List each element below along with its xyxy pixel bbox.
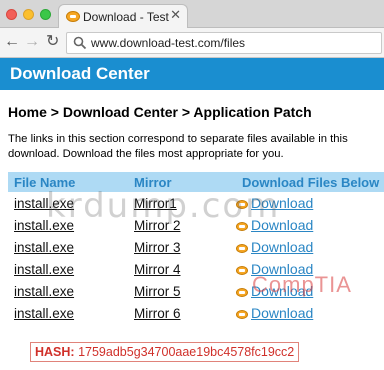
mirror-link[interactable]: Mirror 2 — [128, 218, 181, 233]
table-header-row: File Name Mirror Download Files Below — [8, 172, 384, 192]
page-header: Download Center — [0, 58, 384, 90]
description-text: The links in this section correspond to … — [8, 133, 348, 160]
download-link[interactable]: Download — [251, 305, 313, 321]
file-name-link[interactable]: install.exe — [8, 240, 74, 255]
address-text: www.download-test.com/files — [91, 36, 246, 50]
browser-titlebar: Download - Test ✕ — [0, 0, 384, 28]
file-name-link[interactable]: install.exe — [8, 196, 74, 211]
download-link[interactable]: Download — [251, 195, 313, 211]
file-name-link[interactable]: install.exe — [8, 306, 74, 321]
download-icon — [236, 199, 248, 209]
download-link[interactable]: Download — [251, 239, 313, 255]
favicon-icon — [66, 11, 80, 22]
breadcrumb: Home > Download Center > Application Pat… — [8, 104, 312, 120]
file-name-link[interactable]: install.exe — [8, 262, 74, 277]
address-bar[interactable]: www.download-test.com/files — [66, 32, 382, 54]
file-name-link[interactable]: install.exe — [8, 284, 74, 299]
browser-tab[interactable]: Download - Test ✕ — [58, 4, 188, 28]
window-close-button[interactable] — [6, 9, 17, 20]
table-row: install.exe Mirror 4 Download — [8, 258, 384, 280]
download-icon — [236, 265, 248, 275]
search-icon — [73, 36, 87, 50]
download-link[interactable]: Download — [251, 261, 313, 277]
mirror-link[interactable]: Mirror 3 — [128, 240, 181, 255]
hash-value: 1759adb5g34700aae19bc4578fc19cc2 — [78, 345, 295, 359]
back-arrow-icon[interactable]: ← — [4, 33, 20, 51]
hash-label: HASH: — [35, 345, 75, 359]
table-row: install.exe Mirror 2 Download — [8, 214, 384, 236]
column-header-mirror: Mirror — [128, 172, 236, 192]
table-row: install.exe Mirror1 Download — [8, 192, 384, 214]
column-header-download: Download Files Below — [236, 172, 384, 192]
window-minimize-button[interactable] — [23, 9, 34, 20]
mirror-link[interactable]: Mirror 6 — [128, 306, 181, 321]
table-row: install.exe Mirror 6 Download — [8, 302, 384, 324]
download-icon — [236, 221, 248, 231]
forward-arrow-icon[interactable]: → — [24, 33, 40, 51]
tab-title: Download - Test — [83, 10, 169, 24]
mirror-link[interactable]: Mirror 5 — [128, 284, 181, 299]
table-row: install.exe Mirror 3 Download — [8, 236, 384, 258]
table-row: install.exe Mirror 5 Download — [8, 280, 384, 302]
download-icon — [236, 309, 248, 319]
browser-navbar: ← → ↻ www.download-test.com/files — [0, 28, 384, 58]
download-icon — [236, 243, 248, 253]
files-table: File Name Mirror Download Files Below in… — [8, 172, 384, 324]
column-header-file-name: File Name — [8, 172, 128, 192]
reload-icon[interactable]: ↻ — [46, 33, 59, 51]
hash-box: HASH: 1759adb5g34700aae19bc4578fc19cc2 — [30, 342, 300, 362]
file-name-link[interactable]: install.exe — [8, 218, 74, 233]
download-link[interactable]: Download — [251, 283, 313, 299]
page-title: Download Center — [10, 64, 150, 83]
mirror-link[interactable]: Mirror1 — [128, 196, 177, 211]
mirror-link[interactable]: Mirror 4 — [128, 262, 181, 277]
tab-close-icon[interactable]: ✕ — [170, 8, 181, 21]
window-maximize-button[interactable] — [40, 9, 51, 20]
download-icon — [236, 287, 248, 297]
download-link[interactable]: Download — [251, 217, 313, 233]
